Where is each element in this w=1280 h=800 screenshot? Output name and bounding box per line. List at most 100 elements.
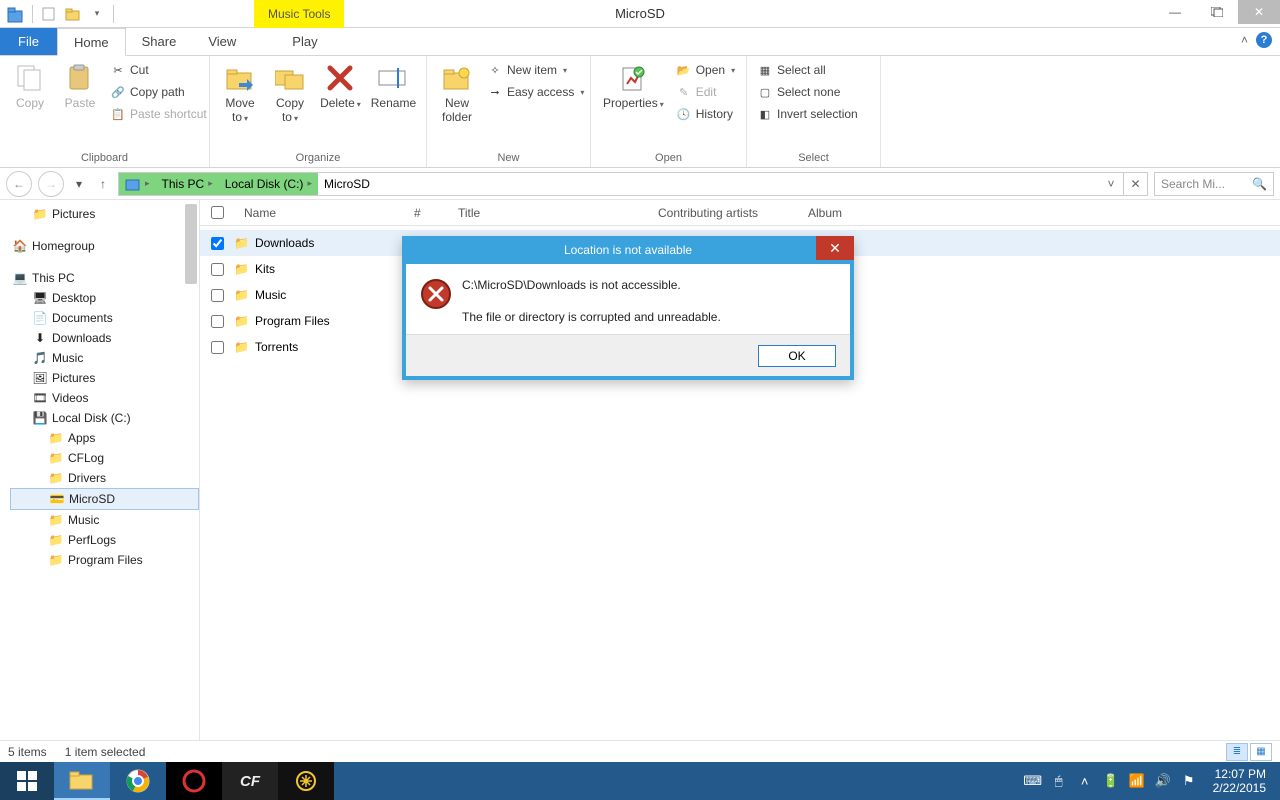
tree-homegroup[interactable]: 🏠Homegroup xyxy=(10,236,199,256)
tree-microsd[interactable]: 💳MicroSD xyxy=(10,488,199,510)
edit-icon: ✎ xyxy=(676,84,692,100)
tree-perflogs[interactable]: 📁PerfLogs xyxy=(10,530,199,550)
qat-properties-icon[interactable] xyxy=(39,4,59,24)
breadcrumb-local-disk[interactable]: Local Disk (C:)▸ xyxy=(219,173,318,195)
tree-cflog[interactable]: 📁CFLog xyxy=(10,448,199,468)
taskbar-chrome[interactable] xyxy=(110,762,166,800)
tree-desktop[interactable]: 🖥Desktop xyxy=(10,288,199,308)
address-bar[interactable]: ▸ This PC▸ Local Disk (C:)▸ MicroSD ˅ ✕ xyxy=(118,172,1148,196)
back-button[interactable]: ← xyxy=(6,171,32,197)
dialog-ok-button[interactable]: OK xyxy=(758,345,836,367)
help-icon[interactable]: ? xyxy=(1256,32,1272,48)
properties-button[interactable]: Properties xyxy=(599,60,668,112)
taskbar-app-red[interactable] xyxy=(166,762,222,800)
tree-pictures[interactable]: 📁Pictures˄ xyxy=(10,204,199,224)
column-headers[interactable]: Name # Title Contributing artists Album xyxy=(200,200,1280,226)
col-title[interactable]: Title xyxy=(448,206,648,220)
taskbar-explorer[interactable] xyxy=(54,762,110,800)
select-all-button[interactable]: ▦Select all xyxy=(755,60,860,80)
file-checkbox[interactable] xyxy=(211,237,224,250)
dialog-close-button[interactable]: ✕ xyxy=(816,236,854,260)
move-to-button[interactable]: Move to xyxy=(218,60,262,126)
nav-tree[interactable]: 📁Pictures˄ 🏠Homegroup 💻This PC 🖥Desktop … xyxy=(0,200,200,740)
tab-home[interactable]: Home xyxy=(57,28,126,56)
breadcrumb-this-pc[interactable]: This PC▸ xyxy=(156,173,219,195)
file-checkbox[interactable] xyxy=(211,341,224,354)
tree-program-files[interactable]: 📁Program Files xyxy=(10,550,199,570)
tree-music2[interactable]: 📁Music xyxy=(10,510,199,530)
forward-button[interactable]: → xyxy=(38,171,64,197)
invert-selection-button[interactable]: ◧Invert selection xyxy=(755,104,860,124)
address-dropdown-button[interactable]: ˅ xyxy=(1099,173,1123,195)
close-button[interactable]: ✕ xyxy=(1238,0,1280,24)
qat-dropdown-icon[interactable]: ▾ xyxy=(87,4,107,24)
folder-icon: 📁 xyxy=(48,552,64,568)
qat-app-icon[interactable] xyxy=(6,4,26,24)
tree-this-pc[interactable]: 💻This PC xyxy=(10,268,199,288)
new-folder-button[interactable]: New folder xyxy=(435,60,479,126)
start-button[interactable] xyxy=(0,762,54,800)
qat-newfolder-icon[interactable] xyxy=(63,4,83,24)
taskbar[interactable]: CF ⌨ 🖱 ˄ 🔋 📶 🔊 ⚑ 12:07 PM 2/22/2015 xyxy=(0,762,1280,800)
delete-button[interactable]: Delete xyxy=(318,60,363,112)
tree-local-disk[interactable]: 💾Local Disk (C:) xyxy=(10,408,199,428)
select-none-button[interactable]: ▢Select none xyxy=(755,82,860,102)
dialog-title-bar[interactable]: Location is not available ✕ xyxy=(402,236,854,264)
open-button[interactable]: 📂Open xyxy=(674,60,737,80)
recent-locations-button[interactable]: ▾ xyxy=(70,175,88,193)
tab-view[interactable]: View xyxy=(192,28,252,55)
breadcrumb-root[interactable]: ▸ xyxy=(119,173,156,195)
context-tab-music-tools[interactable]: Music Tools xyxy=(254,0,344,28)
easy-access-button[interactable]: ⭢Easy access xyxy=(485,82,586,102)
tree-pictures2[interactable]: 🖼Pictures xyxy=(10,368,199,388)
network-icon[interactable]: 📶 xyxy=(1129,773,1145,789)
view-thumbnails-button[interactable]: ▦ xyxy=(1250,743,1272,761)
cut-button[interactable]: ✂Cut xyxy=(108,60,209,80)
taskbar-app-cf[interactable]: CF xyxy=(222,762,278,800)
paste-button[interactable]: Paste xyxy=(58,60,102,112)
new-item-button[interactable]: ✧New item xyxy=(485,60,586,80)
tree-videos[interactable]: 🎞Videos xyxy=(10,388,199,408)
tab-share[interactable]: Share xyxy=(126,28,193,55)
col-number[interactable]: # xyxy=(404,206,448,220)
tab-play[interactable]: Play xyxy=(276,28,333,55)
select-all-checkbox[interactable] xyxy=(211,206,224,219)
copy-to-button[interactable]: Copy to xyxy=(268,60,312,126)
tree-documents[interactable]: 📄Documents xyxy=(10,308,199,328)
tree-drivers[interactable]: 📁Drivers xyxy=(10,468,199,488)
minimize-button[interactable]: — xyxy=(1154,0,1196,24)
col-album[interactable]: Album xyxy=(798,206,898,220)
view-details-button[interactable]: ≣ xyxy=(1226,743,1248,761)
collapse-ribbon-icon[interactable]: ˄ xyxy=(1241,33,1248,47)
action-center-icon[interactable]: ⚑ xyxy=(1181,773,1197,789)
breadcrumb-microsd[interactable]: MicroSD xyxy=(318,173,376,195)
edit-button[interactable]: ✎Edit xyxy=(674,82,737,102)
tree-downloads[interactable]: ⬇Downloads xyxy=(10,328,199,348)
system-tray[interactable]: ⌨ 🖱 ˄ 🔋 📶 🔊 ⚑ 12:07 PM 2/22/2015 xyxy=(1025,762,1280,800)
taskbar-app-yellow[interactable] xyxy=(278,762,334,800)
file-checkbox[interactable] xyxy=(211,289,224,302)
up-button[interactable]: ↑ xyxy=(94,175,112,193)
tree-apps[interactable]: 📁Apps xyxy=(10,428,199,448)
maximize-button[interactable] xyxy=(1196,0,1238,24)
copy-button[interactable]: Copy xyxy=(8,60,52,112)
volume-icon[interactable]: 🔊 xyxy=(1155,773,1171,789)
keyboard-icon[interactable]: ⌨ xyxy=(1025,773,1041,789)
tray-expand-icon[interactable]: ˄ xyxy=(1077,773,1093,789)
paste-shortcut-button[interactable]: 📋Paste shortcut xyxy=(108,104,209,124)
file-checkbox[interactable] xyxy=(211,263,224,276)
tree-music[interactable]: 🎵Music xyxy=(10,348,199,368)
mouse-icon[interactable]: 🖱 xyxy=(1051,773,1067,789)
refresh-button[interactable]: ✕ xyxy=(1123,173,1147,195)
col-name[interactable]: Name xyxy=(234,206,404,220)
rename-button[interactable]: Rename xyxy=(369,60,418,112)
tree-scrollbar[interactable] xyxy=(185,204,197,284)
file-checkbox[interactable] xyxy=(211,315,224,328)
col-contributing[interactable]: Contributing artists xyxy=(648,206,798,220)
taskbar-clock[interactable]: 12:07 PM 2/22/2015 xyxy=(1207,767,1272,795)
history-button[interactable]: 🕓History xyxy=(674,104,737,124)
battery-icon[interactable]: 🔋 xyxy=(1103,773,1119,789)
copy-path-button[interactable]: 🔗Copy path xyxy=(108,82,209,102)
search-input[interactable]: Search Mi... 🔍 xyxy=(1154,172,1274,196)
tab-file[interactable]: File xyxy=(0,28,57,55)
